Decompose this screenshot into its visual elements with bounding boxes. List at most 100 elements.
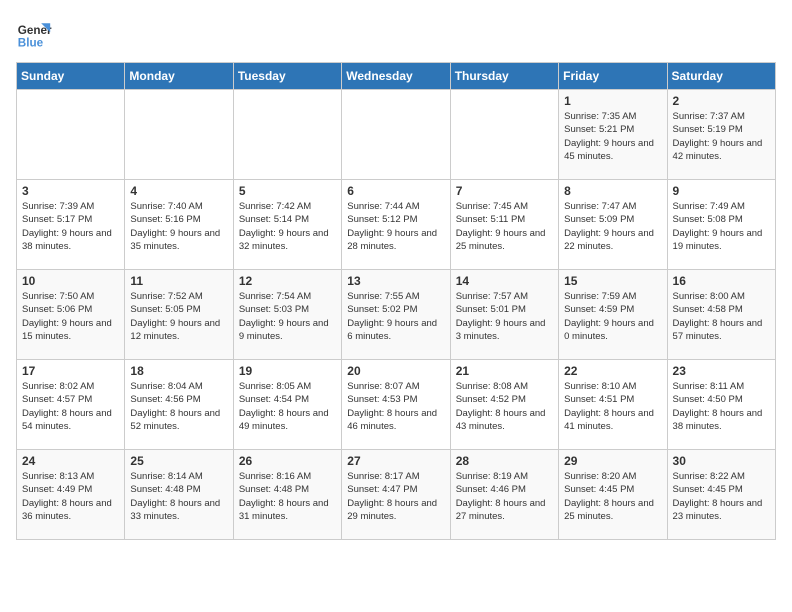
calendar-cell: 27 Sunrise: 8:17 AM Sunset: 4:47 PM Dayli… <box>342 450 450 540</box>
day-info: Sunrise: 8:13 AM Sunset: 4:49 PM Dayligh… <box>22 470 119 523</box>
day-number: 3 <box>22 184 119 198</box>
calendar-cell: 19 Sunrise: 8:05 AM Sunset: 4:54 PM Dayli… <box>233 360 341 450</box>
day-info: Sunrise: 8:05 AM Sunset: 4:54 PM Dayligh… <box>239 380 336 433</box>
header: General Blue <box>16 16 776 52</box>
day-info: Sunrise: 7:50 AM Sunset: 5:06 PM Dayligh… <box>22 290 119 343</box>
svg-text:Blue: Blue <box>18 37 44 50</box>
calendar-week-1: 1 Sunrise: 7:35 AM Sunset: 5:21 PM Daylig… <box>17 90 776 180</box>
day-info: Sunrise: 7:52 AM Sunset: 5:05 PM Dayligh… <box>130 290 227 343</box>
day-number: 9 <box>673 184 770 198</box>
calendar-header-row: SundayMondayTuesdayWednesdayThursdayFrid… <box>17 63 776 90</box>
day-number: 7 <box>456 184 553 198</box>
day-info: Sunrise: 8:20 AM Sunset: 4:45 PM Dayligh… <box>564 470 661 523</box>
calendar-cell: 10 Sunrise: 7:50 AM Sunset: 5:06 PM Dayli… <box>17 270 125 360</box>
day-number: 15 <box>564 274 661 288</box>
day-info: Sunrise: 7:54 AM Sunset: 5:03 PM Dayligh… <box>239 290 336 343</box>
day-number: 25 <box>130 454 227 468</box>
day-info: Sunrise: 8:14 AM Sunset: 4:48 PM Dayligh… <box>130 470 227 523</box>
calendar-week-2: 3 Sunrise: 7:39 AM Sunset: 5:17 PM Daylig… <box>17 180 776 270</box>
calendar-cell <box>17 90 125 180</box>
calendar-cell: 23 Sunrise: 8:11 AM Sunset: 4:50 PM Dayli… <box>667 360 775 450</box>
calendar-cell: 11Sunrise: 7:52 AM Sunset: 5:05 PM Dayli… <box>125 270 233 360</box>
calendar-cell: 20Sunrise: 8:07 AM Sunset: 4:53 PM Dayli… <box>342 360 450 450</box>
day-number: 27 <box>347 454 444 468</box>
calendar-table: SundayMondayTuesdayWednesdayThursdayFrid… <box>16 62 776 540</box>
day-info: Sunrise: 8:11 AM Sunset: 4:50 PM Dayligh… <box>673 380 770 433</box>
calendar-cell <box>125 90 233 180</box>
day-info: Sunrise: 7:45 AM Sunset: 5:11 PM Dayligh… <box>456 200 553 253</box>
day-info: Sunrise: 7:39 AM Sunset: 5:17 PM Dayligh… <box>22 200 119 253</box>
calendar-cell: 26 Sunrise: 8:16 AM Sunset: 4:48 PM Dayli… <box>233 450 341 540</box>
day-info: Sunrise: 8:22 AM Sunset: 4:45 PM Dayligh… <box>673 470 770 523</box>
day-info: Sunrise: 7:35 AM Sunset: 5:21 PM Dayligh… <box>564 110 661 163</box>
day-number: 22 <box>564 364 661 378</box>
day-info: Sunrise: 7:47 AM Sunset: 5:09 PM Dayligh… <box>564 200 661 253</box>
day-info: Sunrise: 7:42 AM Sunset: 5:14 PM Dayligh… <box>239 200 336 253</box>
calendar-cell: 14Sunrise: 7:57 AM Sunset: 5:01 PM Dayli… <box>450 270 558 360</box>
day-number: 13 <box>347 274 444 288</box>
calendar-cell: 3 Sunrise: 7:39 AM Sunset: 5:17 PM Daylig… <box>17 180 125 270</box>
calendar-cell: 30 Sunrise: 8:22 AM Sunset: 4:45 PM Dayli… <box>667 450 775 540</box>
header-tuesday: Tuesday <box>233 63 341 90</box>
calendar-cell <box>342 90 450 180</box>
day-info: Sunrise: 7:44 AM Sunset: 5:12 PM Dayligh… <box>347 200 444 253</box>
header-sunday: Sunday <box>17 63 125 90</box>
logo-icon: General Blue <box>16 16 52 52</box>
day-info: Sunrise: 8:04 AM Sunset: 4:56 PM Dayligh… <box>130 380 227 433</box>
day-info: Sunrise: 8:08 AM Sunset: 4:52 PM Dayligh… <box>456 380 553 433</box>
day-info: Sunrise: 7:57 AM Sunset: 5:01 PM Dayligh… <box>456 290 553 343</box>
calendar-cell: 25 Sunrise: 8:14 AM Sunset: 4:48 PM Dayli… <box>125 450 233 540</box>
day-info: Sunrise: 8:16 AM Sunset: 4:48 PM Dayligh… <box>239 470 336 523</box>
header-friday: Friday <box>559 63 667 90</box>
day-number: 5 <box>239 184 336 198</box>
day-number: 23 <box>673 364 770 378</box>
calendar-cell: 22 Sunrise: 8:10 AM Sunset: 4:51 PM Dayli… <box>559 360 667 450</box>
calendar-cell: 13 Sunrise: 7:55 AM Sunset: 5:02 PM Dayli… <box>342 270 450 360</box>
day-number: 1 <box>564 94 661 108</box>
day-number: 18 <box>130 364 227 378</box>
day-number: 26 <box>239 454 336 468</box>
day-number: 10 <box>22 274 119 288</box>
day-number: 16 <box>673 274 770 288</box>
day-info: Sunrise: 7:37 AM Sunset: 5:19 PM Dayligh… <box>673 110 770 163</box>
header-thursday: Thursday <box>450 63 558 90</box>
header-wednesday: Wednesday <box>342 63 450 90</box>
calendar-cell: 7 Sunrise: 7:45 AM Sunset: 5:11 PM Daylig… <box>450 180 558 270</box>
day-number: 20 <box>347 364 444 378</box>
day-info: Sunrise: 8:00 AM Sunset: 4:58 PM Dayligh… <box>673 290 770 343</box>
calendar-cell: 24 Sunrise: 8:13 AM Sunset: 4:49 PM Dayli… <box>17 450 125 540</box>
day-number: 6 <box>347 184 444 198</box>
calendar-cell: 6 Sunrise: 7:44 AM Sunset: 5:12 PM Daylig… <box>342 180 450 270</box>
day-info: Sunrise: 8:10 AM Sunset: 4:51 PM Dayligh… <box>564 380 661 433</box>
day-info: Sunrise: 8:02 AM Sunset: 4:57 PM Dayligh… <box>22 380 119 433</box>
day-info: Sunrise: 7:55 AM Sunset: 5:02 PM Dayligh… <box>347 290 444 343</box>
calendar-cell: 5 Sunrise: 7:42 AM Sunset: 5:14 PM Daylig… <box>233 180 341 270</box>
calendar-cell: 15 Sunrise: 7:59 AM Sunset: 4:59 PM Dayli… <box>559 270 667 360</box>
day-info: Sunrise: 8:19 AM Sunset: 4:46 PM Dayligh… <box>456 470 553 523</box>
day-info: Sunrise: 8:17 AM Sunset: 4:47 PM Dayligh… <box>347 470 444 523</box>
day-number: 19 <box>239 364 336 378</box>
header-monday: Monday <box>125 63 233 90</box>
calendar-cell: 1 Sunrise: 7:35 AM Sunset: 5:21 PM Daylig… <box>559 90 667 180</box>
calendar-cell: 4Sunrise: 7:40 AM Sunset: 5:16 PM Daylig… <box>125 180 233 270</box>
calendar-cell: 18 Sunrise: 8:04 AM Sunset: 4:56 PM Dayli… <box>125 360 233 450</box>
day-info: Sunrise: 7:49 AM Sunset: 5:08 PM Dayligh… <box>673 200 770 253</box>
calendar-cell: 2 Sunrise: 7:37 AM Sunset: 5:19 PM Daylig… <box>667 90 775 180</box>
day-info: Sunrise: 7:40 AM Sunset: 5:16 PM Dayligh… <box>130 200 227 253</box>
header-saturday: Saturday <box>667 63 775 90</box>
logo: General Blue <box>16 16 52 52</box>
day-info: Sunrise: 7:59 AM Sunset: 4:59 PM Dayligh… <box>564 290 661 343</box>
day-number: 28 <box>456 454 553 468</box>
day-number: 17 <box>22 364 119 378</box>
day-number: 29 <box>564 454 661 468</box>
calendar-week-5: 24 Sunrise: 8:13 AM Sunset: 4:49 PM Dayli… <box>17 450 776 540</box>
calendar-cell: 28 Sunrise: 8:19 AM Sunset: 4:46 PM Dayli… <box>450 450 558 540</box>
day-number: 24 <box>22 454 119 468</box>
calendar-cell: 9 Sunrise: 7:49 AM Sunset: 5:08 PM Daylig… <box>667 180 775 270</box>
day-number: 30 <box>673 454 770 468</box>
day-number: 8 <box>564 184 661 198</box>
calendar-week-3: 10 Sunrise: 7:50 AM Sunset: 5:06 PM Dayli… <box>17 270 776 360</box>
calendar-cell <box>233 90 341 180</box>
day-number: 2 <box>673 94 770 108</box>
calendar-cell <box>450 90 558 180</box>
